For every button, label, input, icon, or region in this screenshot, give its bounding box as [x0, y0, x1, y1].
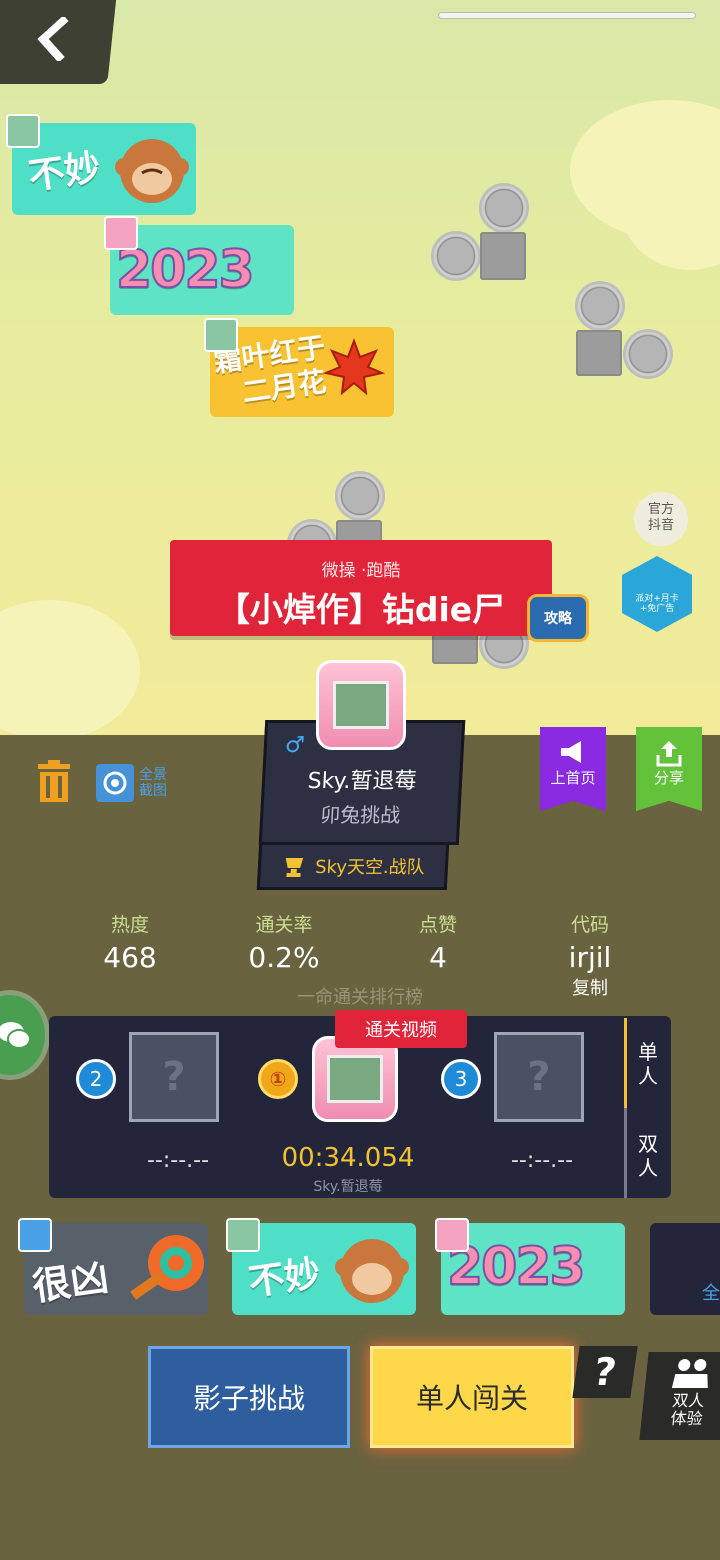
camera-icon — [103, 771, 127, 795]
solo-play-button[interactable]: 单人闯关 — [370, 1346, 574, 1448]
monkey-icon — [335, 1239, 409, 1303]
challenge-name: 卯兔挑战 — [319, 803, 401, 827]
level-subtitle: 微操 ·跑酷 — [321, 561, 401, 581]
duo-label-line1: 双人 — [671, 1391, 706, 1410]
trash-icon[interactable] — [36, 760, 72, 802]
leaderboard-title: 一命通关排行榜 — [297, 987, 423, 1008]
gender-icon: ♂ — [284, 733, 306, 758]
level-title-banner: 微操 ·跑酷 【小焯作】钻die尸 — [170, 540, 552, 636]
creator-avatar — [204, 318, 238, 352]
tag-label: 不妙 — [245, 1253, 324, 1304]
panorama-screenshot-label: 全景 截图 — [139, 767, 167, 799]
tab-label-line2: 人 — [638, 1064, 658, 1088]
guide-tv-button[interactable]: 攻略 — [527, 594, 589, 642]
rank-number: ① — [269, 1067, 287, 1091]
home-indicator — [438, 12, 696, 19]
saw-icon — [482, 186, 526, 230]
duo-label-line2: 体验 — [669, 1409, 704, 1428]
official-label-line1: 官方 — [647, 502, 674, 517]
panorama-screenshot-button[interactable] — [96, 764, 134, 802]
duo-experience-button[interactable]: 双人 体验 — [639, 1352, 720, 1440]
author-name: Sky.暂退莓 — [306, 769, 418, 794]
official-douyin-button[interactable]: 官方 抖音 — [634, 492, 688, 546]
shadow-challenge-button[interactable]: 影子挑战 — [148, 1346, 350, 1448]
saw-icon — [434, 234, 478, 278]
monkey-icon — [115, 139, 189, 203]
avatar-picture — [333, 681, 389, 729]
tab-label-line1: 单 — [638, 1040, 658, 1064]
rank-3-badge: 3 — [441, 1059, 481, 1099]
promo-label-line1: 派对+月卡 — [635, 594, 679, 604]
stat-label: 代码 — [570, 914, 609, 936]
stat-label: 热度 — [110, 914, 149, 936]
wechat-icon — [0, 1022, 31, 1049]
chevron-left-icon — [37, 17, 69, 61]
creator-avatar — [18, 1218, 52, 1252]
rank-1-player-name: Sky.暂退莓 — [313, 1179, 383, 1195]
tab-label-line1: 双 — [638, 1132, 658, 1156]
tab-label-line2: 人 — [638, 1156, 658, 1180]
author-avatar[interactable] — [316, 660, 406, 750]
stat-value: 0.2% — [248, 941, 320, 974]
team-card[interactable]: Sky天空.战队 — [256, 842, 450, 890]
camera-label-line2: 截图 — [139, 783, 167, 799]
creator-avatar — [435, 1218, 469, 1252]
stone-block — [480, 232, 526, 280]
saw-icon — [578, 284, 622, 328]
stat-likes[interactable]: 点赞 4 — [398, 910, 478, 974]
guide-label: 攻略 — [544, 611, 572, 627]
saw-icon — [626, 332, 670, 376]
rank-number: 3 — [454, 1067, 468, 1091]
share-icon — [656, 741, 682, 767]
cloud — [40, 620, 140, 720]
creator-avatar — [226, 1218, 260, 1252]
promote-home-button[interactable]: 上首页 — [540, 727, 606, 811]
rank-3-time: --:--.-- — [510, 1148, 574, 1173]
stat-value: 4 — [429, 941, 447, 974]
rank-3-empty-avatar: ? — [494, 1032, 584, 1122]
rank-2-badge: 2 — [76, 1059, 116, 1099]
official-label-line2: 抖音 — [647, 518, 674, 533]
saw-blade-icon — [130, 1235, 204, 1300]
stat-heat: 热度 468 — [90, 910, 170, 974]
avatar-picture — [327, 1055, 383, 1103]
level-title: 【小焯作】钻die尸 — [216, 590, 506, 629]
tag-more[interactable]: 全 — [650, 1223, 720, 1315]
rank-1-time: 00:34.054 — [281, 1143, 415, 1173]
maple-leaf-icon — [322, 338, 386, 396]
saw-icon — [338, 474, 382, 518]
stat-clear-rate: 通关率 0.2% — [234, 910, 334, 974]
stat-value: 468 — [103, 941, 157, 974]
trophy-icon — [283, 856, 307, 877]
stone-block — [576, 330, 622, 376]
rank-2-empty-avatar: ? — [129, 1032, 219, 1122]
stat-label: 通关率 — [255, 914, 313, 936]
team-name: Sky天空.战队 — [314, 857, 426, 878]
back-button[interactable] — [0, 0, 117, 84]
two-people-icon — [671, 1359, 708, 1388]
rank-1-avatar[interactable] — [312, 1036, 398, 1122]
rank-number: 2 — [89, 1067, 103, 1091]
stat-label: 点赞 — [418, 914, 457, 936]
tag-label: 全 — [702, 1283, 720, 1304]
rank-2-time: --:--.-- — [146, 1148, 210, 1173]
creator-avatar — [6, 114, 40, 148]
promo-label-line2: +免广告 — [639, 604, 675, 614]
share-button[interactable]: 分享 — [636, 727, 702, 811]
share-label: 分享 — [653, 769, 684, 787]
creator-avatar — [104, 216, 138, 250]
promote-home-label: 上首页 — [550, 769, 596, 787]
tab-single-mode[interactable]: 单 人 — [626, 1040, 670, 1088]
tag-label: 很凶 — [29, 1254, 112, 1310]
tab-duo-mode[interactable]: 双 人 — [626, 1132, 670, 1180]
camera-label-line1: 全景 — [139, 767, 167, 783]
rank-1-badge: ① — [258, 1059, 298, 1099]
level-code: irjil — [568, 941, 612, 974]
megaphone-icon — [561, 741, 581, 763]
help-button[interactable]: ? — [572, 1346, 638, 1398]
clear-video-button[interactable]: 通关视频 — [335, 1010, 467, 1048]
